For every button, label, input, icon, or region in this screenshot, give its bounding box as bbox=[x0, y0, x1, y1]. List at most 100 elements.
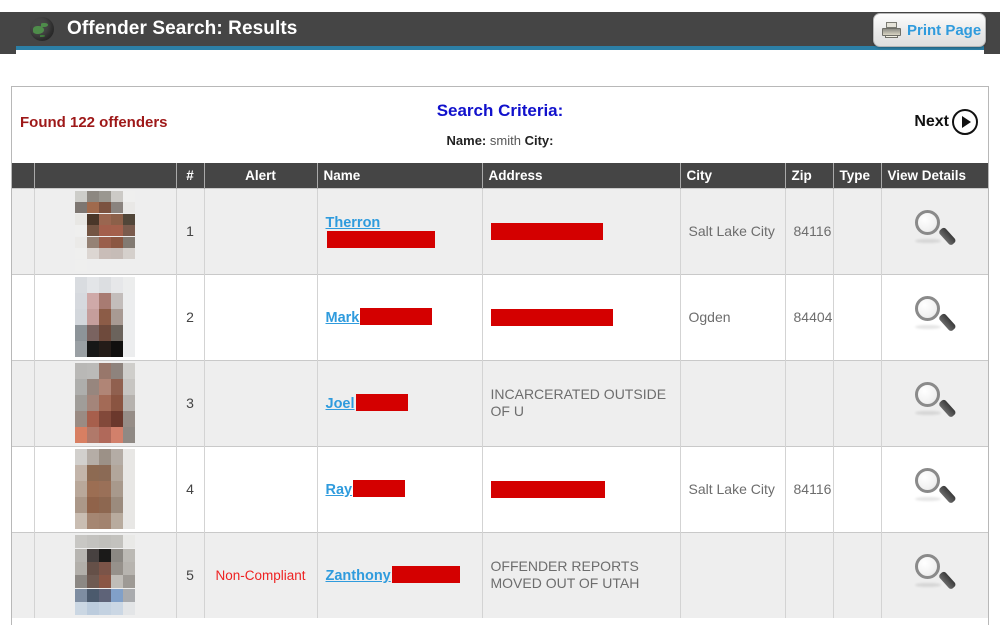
col-city[interactable]: City bbox=[680, 163, 786, 188]
view-details-cell[interactable] bbox=[881, 445, 988, 532]
row-address-cell: INCARCERATED OUTSIDE OF U bbox=[482, 359, 681, 446]
row-alert bbox=[204, 273, 318, 360]
offender-photo-cell[interactable] bbox=[34, 445, 177, 532]
offender-photo-cell[interactable] bbox=[34, 273, 177, 360]
table-row: 2 Mark Ogden 84404 bbox=[12, 273, 988, 360]
magnifier-icon[interactable] bbox=[913, 552, 957, 596]
row-zip: 84116 bbox=[785, 187, 834, 274]
col-alert[interactable]: Alert bbox=[204, 163, 318, 188]
row-spacer-cell bbox=[12, 445, 35, 532]
criteria-city-label: City: bbox=[524, 133, 554, 148]
results-panel: Found 122 offenders Search Criteria: Nam… bbox=[11, 86, 989, 625]
titlebar-left-cap bbox=[0, 12, 16, 54]
next-page-label: Next bbox=[914, 113, 949, 130]
view-details-cell[interactable] bbox=[881, 273, 988, 360]
criteria-name-value: smith bbox=[489, 133, 521, 148]
offender-name-link[interactable]: Zanthony bbox=[326, 568, 391, 584]
row-spacer-cell bbox=[12, 273, 35, 360]
redaction-block bbox=[490, 480, 605, 498]
magnifier-icon[interactable] bbox=[913, 294, 957, 338]
row-zip: 84116 bbox=[785, 445, 834, 532]
row-alert bbox=[204, 445, 318, 532]
row-address-cell bbox=[482, 187, 681, 274]
page-title: Offender Search: Results bbox=[67, 18, 298, 39]
table-row: 4 Ray Salt Lake City 84116 bbox=[12, 445, 988, 532]
print-page-button[interactable]: Print Page bbox=[873, 13, 986, 47]
row-city: Salt Lake City bbox=[680, 187, 786, 274]
row-name-cell: Zanthony bbox=[317, 531, 483, 618]
offender-photo-cell[interactable] bbox=[34, 187, 177, 274]
row-name-cell: Joel bbox=[317, 359, 483, 446]
offender-results-table: # Alert Name Address City Zip Type View … bbox=[12, 163, 988, 618]
printer-icon bbox=[882, 22, 901, 38]
col-number[interactable]: # bbox=[176, 163, 205, 188]
search-criteria: Search Criteria: Name: smith City: bbox=[12, 101, 988, 148]
offender-photo-cell[interactable] bbox=[34, 531, 177, 618]
criteria-name-label: Name: bbox=[446, 133, 487, 148]
row-number: 4 bbox=[176, 445, 205, 532]
magnifier-icon[interactable] bbox=[913, 208, 957, 252]
photo-thumbnail-pixelated bbox=[75, 363, 135, 443]
row-alert bbox=[204, 187, 318, 274]
redaction-block bbox=[355, 394, 408, 411]
col-type[interactable]: Type bbox=[833, 163, 882, 188]
magnifier-icon[interactable] bbox=[913, 466, 957, 510]
offender-name-link[interactable]: Ray bbox=[326, 482, 353, 498]
row-zip bbox=[785, 359, 834, 446]
row-type bbox=[833, 531, 882, 618]
redaction-block bbox=[490, 308, 613, 326]
col-zip[interactable]: Zip bbox=[785, 163, 834, 188]
redaction-block bbox=[360, 308, 433, 325]
row-zip bbox=[785, 531, 834, 618]
photo-thumbnail-pixelated bbox=[75, 535, 135, 616]
offender-name-link[interactable]: Therron bbox=[326, 215, 381, 231]
table-body: 1 Therron Salt Lake City 84116 2 Mark Ogden 844… bbox=[12, 187, 988, 618]
titlebar-right-cap bbox=[984, 12, 1000, 54]
row-city: Salt Lake City bbox=[680, 445, 786, 532]
col-address[interactable]: Address bbox=[482, 163, 681, 188]
app-titlebar: Offender Search: Results bbox=[16, 12, 984, 50]
view-details-cell[interactable] bbox=[881, 187, 988, 274]
address-text: INCARCERATED OUTSIDE OF U bbox=[490, 386, 667, 419]
redaction-block bbox=[353, 480, 406, 497]
view-details-cell[interactable] bbox=[881, 359, 988, 446]
photo-thumbnail-pixelated bbox=[75, 191, 135, 271]
row-zip: 84404 bbox=[785, 273, 834, 360]
table-row: 1 Therron Salt Lake City 84116 bbox=[12, 187, 988, 274]
row-spacer-cell bbox=[12, 531, 35, 618]
row-address-cell bbox=[482, 273, 681, 360]
offender-photo-cell[interactable] bbox=[34, 359, 177, 446]
col-spacer-1 bbox=[12, 163, 35, 188]
row-number: 1 bbox=[176, 187, 205, 274]
magnifier-icon[interactable] bbox=[913, 380, 957, 424]
row-number: 5 bbox=[176, 531, 205, 618]
photo-thumbnail-pixelated bbox=[75, 277, 135, 357]
row-spacer-cell bbox=[12, 187, 35, 274]
row-city bbox=[680, 359, 786, 446]
search-criteria-values: Name: smith City: bbox=[12, 133, 988, 148]
offender-name-link[interactable]: Joel bbox=[326, 396, 355, 412]
row-address-cell: OFFENDER REPORTS MOVED OUT OF UTAH bbox=[482, 531, 681, 618]
offender-name-link[interactable]: Mark bbox=[326, 310, 360, 326]
redaction-block bbox=[391, 566, 460, 584]
row-type bbox=[833, 187, 882, 274]
row-type bbox=[833, 445, 882, 532]
col-view-details[interactable]: View Details bbox=[881, 163, 988, 188]
row-number: 2 bbox=[176, 273, 205, 360]
row-city bbox=[680, 531, 786, 618]
photo-thumbnail-pixelated bbox=[75, 449, 135, 529]
globe-icon bbox=[30, 17, 54, 41]
row-name-cell: Mark bbox=[317, 273, 483, 360]
col-name[interactable]: Name bbox=[317, 163, 483, 188]
row-address-cell bbox=[482, 445, 681, 532]
view-details-cell[interactable] bbox=[881, 531, 988, 618]
row-alert bbox=[204, 359, 318, 446]
address-text: OFFENDER REPORTS MOVED OUT OF UTAH bbox=[490, 558, 640, 592]
row-alert: Non-Compliant bbox=[204, 531, 318, 618]
next-page-button[interactable]: Next bbox=[914, 109, 978, 135]
row-spacer-cell bbox=[12, 359, 35, 446]
row-number: 3 bbox=[176, 359, 205, 446]
search-criteria-title: Search Criteria: bbox=[436, 101, 564, 120]
row-city: Ogden bbox=[680, 273, 786, 360]
redaction-block bbox=[326, 231, 435, 248]
